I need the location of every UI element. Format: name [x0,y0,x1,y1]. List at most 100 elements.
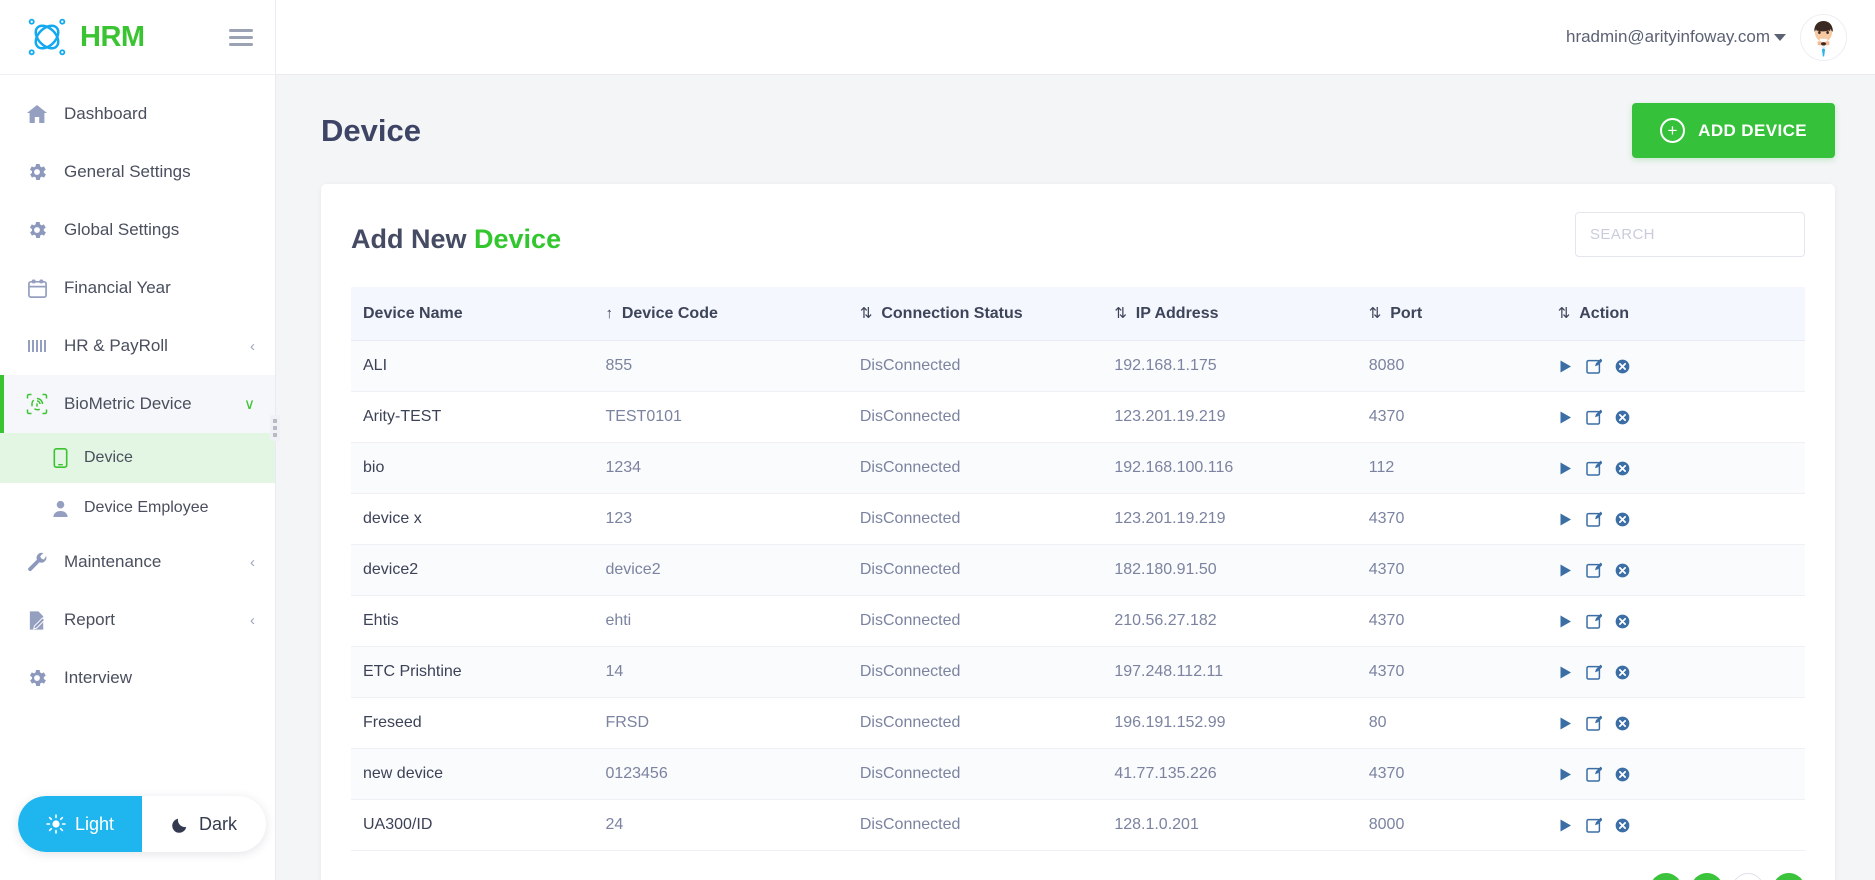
sidebar-item-global-settings[interactable]: Global Settings [0,201,275,259]
port-cell: 8000 [1369,800,1558,851]
play-icon[interactable] [1558,563,1573,578]
sort-icon-port[interactable]: ⇅ [1558,304,1571,322]
edit-icon[interactable] [1586,409,1602,425]
column-header-device-name[interactable]: Device Name [351,287,605,341]
sidebar-item-maintenance[interactable]: Maintenance ‹ [0,533,275,591]
chevron-left-icon: ‹ [250,554,255,571]
delete-icon[interactable] [1615,563,1630,578]
hamburger-icon[interactable] [229,29,253,46]
play-icon[interactable] [1558,410,1573,425]
card-title-prefix: Add New [351,224,474,254]
sidebar-item-biometric-device[interactable]: BioMetric Device ∨ [0,375,275,433]
device-name-cell: ALI [351,341,605,392]
play-icon[interactable] [1558,614,1573,629]
delete-icon[interactable] [1615,359,1630,374]
sidebar-item-label: Dashboard [64,104,255,124]
edit-icon[interactable] [1586,715,1602,731]
column-header-connection-status[interactable]: ⇅ Connection Status [860,287,1114,341]
search-input[interactable] [1575,212,1805,257]
sidebar-item-label: Report [64,610,250,630]
sort-icon-ip-address[interactable]: ⇅ [1369,304,1382,322]
action-buttons [1558,460,1805,476]
sidebar-subitem-label: Device [84,449,133,467]
add-device-button[interactable]: + ADD DEVICE [1632,103,1835,158]
connection-status-cell: DisConnected [860,647,1114,698]
play-icon[interactable] [1558,767,1573,782]
action-cell [1558,800,1805,851]
delete-icon[interactable] [1615,614,1630,629]
sidebar-item-device-employee[interactable]: Device Employee [0,483,275,533]
sidebar-item-financial-year[interactable]: Financial Year [0,259,275,317]
brand-logo-group[interactable]: HRM [24,15,145,59]
sidebar-item-device[interactable]: Device [0,433,275,483]
device-table: Device Name ↑ Device Code ⇅ Connection S… [351,287,1805,851]
edit-icon[interactable] [1586,664,1602,680]
device-code-cell: ehti [605,596,859,647]
gear-icon [24,161,50,183]
device-name-cell: bio [351,443,605,494]
sidebar-resize-handle[interactable] [270,415,280,441]
action-buttons [1558,766,1805,782]
table-row: ALI855DisConnected192.168.1.1758080 [351,341,1805,392]
delete-icon[interactable] [1615,818,1630,833]
theme-light-label: Light [75,814,114,835]
sort-icon-connection-status[interactable]: ⇅ [1114,304,1127,322]
play-icon[interactable] [1558,665,1573,680]
play-icon[interactable] [1558,818,1573,833]
pagination-prev[interactable]: ‹ [1650,873,1682,880]
table-header-row: Device Name ↑ Device Code ⇅ Connection S… [351,287,1805,341]
action-buttons [1558,613,1805,629]
action-cell [1558,749,1805,800]
sidebar-item-dashboard[interactable]: Dashboard [0,85,275,143]
sidebar-item-hr-payroll[interactable]: HR & PayRoll ‹ [0,317,275,375]
edit-icon[interactable] [1586,562,1602,578]
theme-toggle[interactable]: Light Dark [18,796,266,852]
sidebar-item-label: Interview [64,668,255,688]
column-header-ip-address[interactable]: ⇅ IP Address [1114,287,1368,341]
sort-icon-device-code[interactable]: ⇅ [860,304,873,322]
add-device-label: ADD DEVICE [1698,121,1807,141]
delete-icon[interactable] [1615,410,1630,425]
column-label: Device Code [622,305,718,322]
edit-icon[interactable] [1586,817,1602,833]
report-icon [24,610,50,631]
page-content: Device + ADD DEVICE Add New Device [276,75,1875,880]
sort-icon-device-name[interactable]: ↑ [605,305,613,322]
user-menu[interactable]: hradmin@arityinfoway.com [1566,14,1847,61]
sidebar-item-label: Global Settings [64,220,255,240]
sidebar-item-report[interactable]: Report ‹ [0,591,275,649]
edit-icon[interactable] [1586,613,1602,629]
column-header-port[interactable]: ⇅ Port [1369,287,1558,341]
ip-address-cell: 182.180.91.50 [1114,545,1368,596]
card-header: Add New Device [351,212,1805,257]
sidebar-item-label: Maintenance [64,552,250,572]
delete-icon[interactable] [1615,461,1630,476]
edit-icon[interactable] [1586,511,1602,527]
connection-status-cell: DisConnected [860,596,1114,647]
play-icon[interactable] [1558,512,1573,527]
action-cell [1558,647,1805,698]
column-header-action[interactable]: ⇅ Action [1558,287,1805,341]
sidebar-item-general-settings[interactable]: General Settings [0,143,275,201]
pagination-next[interactable]: › [1773,873,1805,880]
play-icon[interactable] [1558,359,1573,374]
brand-header: HRM [0,0,275,75]
theme-dark-button[interactable]: Dark [142,796,266,852]
delete-icon[interactable] [1615,512,1630,527]
edit-icon[interactable] [1586,460,1602,476]
delete-icon[interactable] [1615,665,1630,680]
table-row: UA300/ID24DisConnected128.1.0.2018000 [351,800,1805,851]
delete-icon[interactable] [1615,716,1630,731]
calendar-icon [24,278,50,299]
edit-icon[interactable] [1586,358,1602,374]
delete-icon[interactable] [1615,767,1630,782]
sidebar-item-interview[interactable]: Interview [0,649,275,707]
pagination-page-2[interactable]: 2 [1732,873,1764,880]
edit-icon[interactable] [1586,766,1602,782]
play-icon[interactable] [1558,716,1573,731]
pagination-page-1[interactable]: 1 [1691,873,1723,880]
theme-light-button[interactable]: Light [18,796,142,852]
play-icon[interactable] [1558,461,1573,476]
column-header-device-code[interactable]: ↑ Device Code [605,287,859,341]
chevron-left-icon: ‹ [250,612,255,629]
